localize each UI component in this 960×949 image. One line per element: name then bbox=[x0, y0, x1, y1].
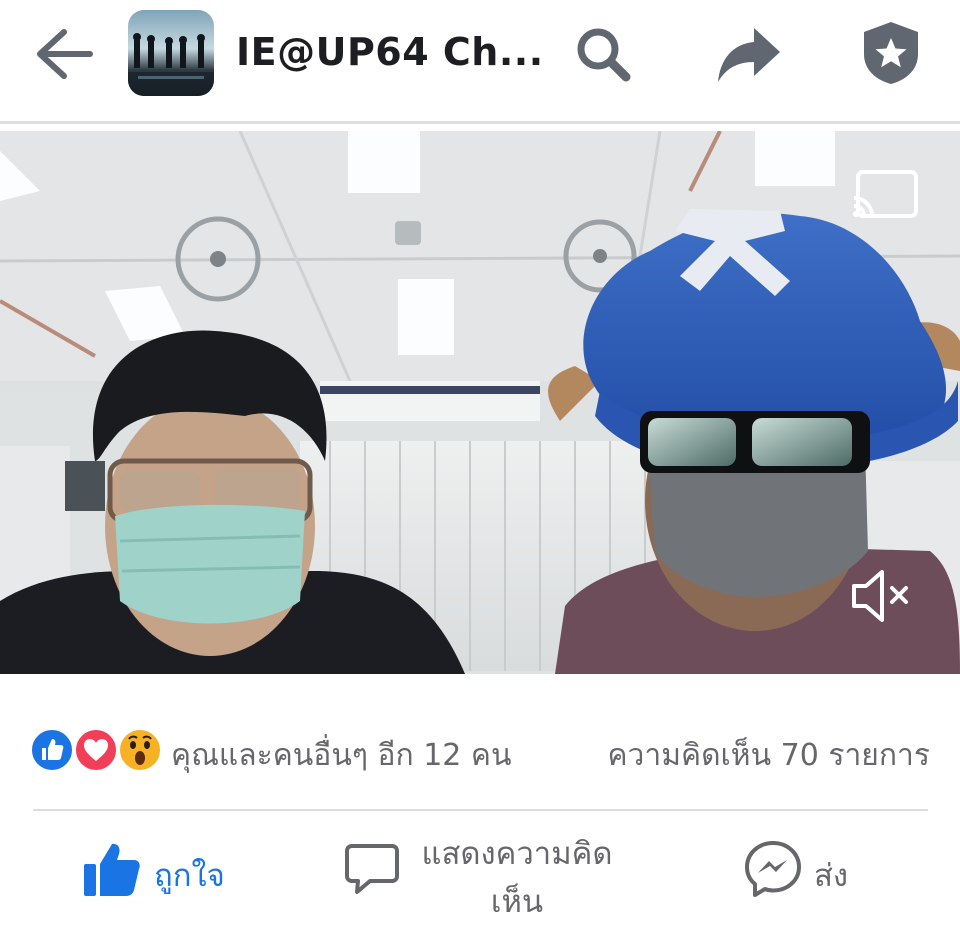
like-button[interactable]: ถูกใจ bbox=[82, 824, 282, 924]
top-app-bar: IE@UP64 Ch... bbox=[0, 0, 960, 118]
reaction-icons bbox=[30, 728, 162, 776]
cast-icon[interactable] bbox=[850, 168, 920, 224]
comment-count-label[interactable]: ความคิดเห็น 70 รายการ bbox=[607, 732, 930, 779]
send-label: ส่ง bbox=[814, 858, 849, 894]
header-divider bbox=[0, 121, 960, 124]
group-avatar[interactable] bbox=[128, 10, 214, 96]
reaction-count-label[interactable]: คุณและคนอื่นๆ อีก 12 คน bbox=[171, 732, 512, 779]
send-button[interactable]: ส่ง bbox=[742, 824, 882, 924]
volume-muted-icon[interactable] bbox=[850, 564, 912, 628]
messenger-icon bbox=[745, 841, 801, 897]
share-arrow-icon[interactable] bbox=[714, 20, 784, 86]
video-frame bbox=[0, 131, 960, 674]
reaction-summary[interactable]: คุณและคนอื่นๆ อีก 12 คน ความคิดเห็น 70 ร… bbox=[30, 724, 930, 780]
comment-button[interactable]: แสดงความคิดเห็น bbox=[342, 824, 642, 924]
comment-label: แสดงความคิดเห็น bbox=[421, 836, 613, 920]
thumbs-up-icon bbox=[84, 843, 140, 896]
actions-divider bbox=[33, 809, 928, 811]
search-icon[interactable] bbox=[568, 20, 638, 86]
page-title: IE@UP64 Ch... bbox=[236, 30, 544, 74]
like-reaction-icon bbox=[30, 728, 74, 772]
comment-bubble-icon bbox=[345, 844, 399, 894]
love-reaction-icon bbox=[74, 728, 118, 772]
live-video-player[interactable] bbox=[0, 131, 960, 674]
arrow-left-icon[interactable] bbox=[30, 26, 96, 82]
like-label: ถูกใจ bbox=[154, 858, 225, 894]
shield-star-icon[interactable] bbox=[856, 20, 926, 86]
wow-reaction-icon bbox=[118, 728, 162, 772]
